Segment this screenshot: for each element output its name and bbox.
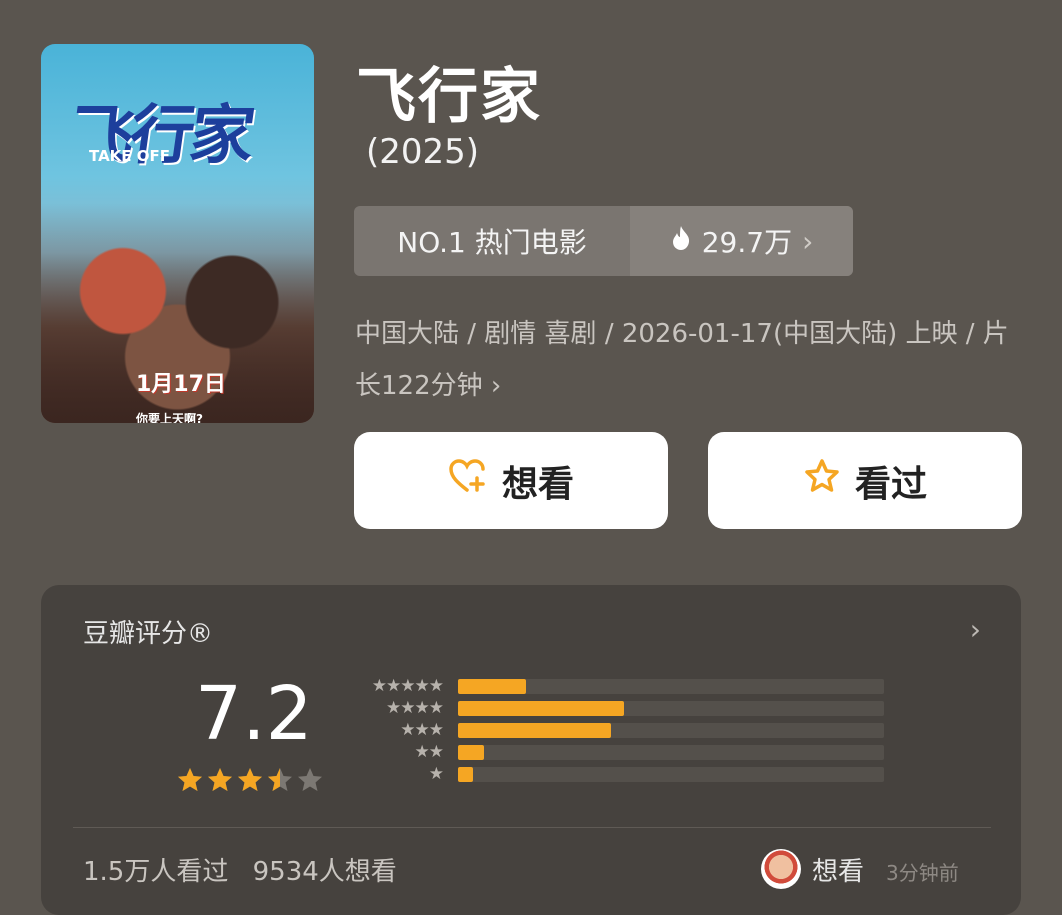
rating-row-4-star: ★★★★: [349, 697, 884, 719]
movie-meta[interactable]: 中国大陆 / 剧情 喜剧 / 2026-01-17(中国大陆) 上映 / 片长1…: [355, 308, 1015, 412]
movie-year: (2025): [366, 132, 480, 172]
want-count: 9534人想看: [252, 857, 397, 887]
want-label: 想看: [501, 463, 574, 505]
rating-score: 7.2: [195, 671, 313, 757]
movie-title: 飞行家: [356, 62, 542, 132]
rating-row-5-star: ★★★★★: [349, 675, 884, 697]
rank-label: NO.1 热门电影: [397, 226, 587, 259]
friend-time: 3分钟前: [886, 861, 959, 885]
chevron-right-icon: ›: [490, 371, 502, 401]
chevron-right-icon[interactable]: ›: [970, 613, 981, 646]
want-to-watch-button[interactable]: 想看: [354, 432, 668, 529]
flame-icon: [670, 225, 692, 258]
row-stars-label: ★★: [414, 742, 444, 762]
rating-bar-track: [458, 745, 884, 760]
poster-subtitle: TAKE OFF: [89, 147, 171, 165]
seen-label: 看过: [854, 463, 927, 505]
row-stars-label: ★★★★★: [371, 676, 444, 696]
rating-title: 豆瓣评分®: [83, 619, 214, 649]
rating-bar-fill: [458, 701, 625, 716]
star-icon: [238, 768, 262, 791]
heat-count[interactable]: 29.7万 ›: [630, 206, 853, 276]
rank-badge[interactable]: NO.1 热门电影 29.7万 ›: [354, 206, 853, 276]
rating-row-3-star: ★★★: [349, 719, 884, 741]
rating-bar-track: [458, 767, 884, 782]
rating-bar-track: [458, 701, 884, 716]
movie-poster[interactable]: 飞行家 TAKE OFF 1月17日 你要上天啊?: [41, 44, 314, 423]
rating-bar-track: [458, 679, 884, 694]
row-stars-label: ★★★: [400, 720, 444, 740]
rating-row-1-star: ★: [349, 763, 884, 785]
rating-stats: 1.5万人看过 9534人想看: [83, 851, 397, 888]
rating-bar-fill: [458, 723, 612, 738]
douban-rating-card[interactable]: 豆瓣评分® › 7.2 ★★★★★ ★★★★ ★★★ ★★ ★ 1.5万人看过 9534…: [41, 585, 1021, 915]
heart-plus-icon: [448, 458, 488, 503]
star-outline-icon: [803, 458, 841, 503]
avatar[interactable]: [761, 849, 801, 889]
star-icon: [268, 768, 292, 791]
row-stars-label: ★★★★: [386, 698, 444, 718]
friend-status: 想看: [812, 857, 865, 887]
row-stars-label: ★: [428, 764, 444, 784]
meta-text: 中国大陆 / 剧情 喜剧 / 2026-01-17(中国大陆) 上映 / 片长1…: [355, 319, 1009, 401]
poster-release-date: 1月17日: [136, 372, 226, 397]
star-icon: [298, 768, 322, 791]
rating-row-2-star: ★★: [349, 741, 884, 763]
poster-tagline: 你要上天啊?: [136, 412, 203, 423]
rating-bar-fill: [458, 767, 473, 782]
rating-distribution: ★★★★★ ★★★★ ★★★ ★★ ★: [349, 675, 884, 785]
rating-stars: [177, 767, 323, 792]
divider: [73, 827, 991, 828]
watched-count: 1.5万人看过: [83, 857, 229, 887]
rating-bar-track: [458, 723, 884, 738]
heat-value: 29.7万: [701, 226, 793, 259]
watched-button[interactable]: 看过: [708, 432, 1022, 529]
rating-bar-fill: [458, 745, 484, 760]
chevron-right-icon: ›: [802, 224, 814, 258]
star-icon: [208, 768, 232, 791]
rating-bar-fill: [458, 679, 527, 694]
star-icon: [178, 768, 202, 791]
